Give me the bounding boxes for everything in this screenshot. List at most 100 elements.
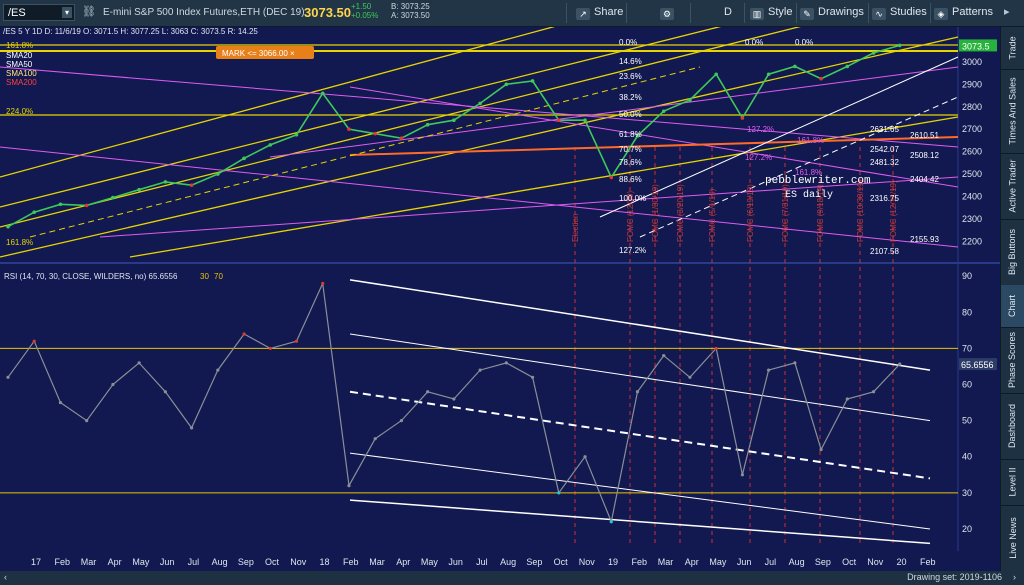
fib-level-label: 0.0%	[795, 38, 813, 47]
fib-level-label: 78.6%	[619, 158, 642, 167]
patterns-button[interactable]: ◈ Patterns	[934, 6, 993, 20]
channel-line	[269, 66, 959, 158]
tab-big-buttons[interactable]: Big Buttons	[1001, 219, 1024, 286]
chart-area[interactable]: Election FOMC (12/19) FOMC (1/30/19) FOMC (…	[0, 0, 1001, 571]
x-tick-label: Nov	[867, 557, 884, 567]
rsi-point	[583, 455, 587, 459]
x-tick-label: Mar	[658, 557, 674, 567]
divider	[796, 3, 797, 23]
divider	[626, 3, 627, 23]
fib-level-label: 61.8%	[619, 130, 642, 139]
tab-chart[interactable]: Chart	[1001, 285, 1024, 328]
price-point	[452, 118, 456, 123]
rsi-point	[819, 447, 823, 452]
status-bar: ‹ Drawing set: 2019-1106 ›	[0, 571, 1024, 585]
fomc-label: FOMC (12/11/19)	[889, 180, 898, 242]
symbol-input[interactable]: /ES ▾	[3, 4, 75, 21]
tab-times-and-sales[interactable]: Times And Sales	[1001, 69, 1024, 154]
tab-active-trader[interactable]: Active Trader	[1001, 153, 1024, 220]
rsi-point	[373, 437, 377, 441]
price-level-label: 2155.93	[910, 235, 939, 244]
studies-button[interactable]: ∿ Studies	[872, 6, 927, 20]
x-tick-label: Sep	[238, 557, 254, 567]
drawing-set-label: Drawing set: 2019-1106	[907, 572, 1002, 582]
divider	[868, 3, 869, 23]
sma-label: SMA100	[6, 69, 37, 78]
fomc-label: FOMC (3/20/19)	[676, 184, 685, 242]
tab-level-ii[interactable]: Level II	[1001, 459, 1024, 506]
price-level-label: 2542.07	[870, 145, 899, 154]
price-point	[216, 172, 220, 176]
collapse-icon[interactable]: ▸	[1004, 5, 1010, 18]
chevron-down-icon[interactable]: ▾	[62, 7, 72, 18]
fib-level-label: 100.0%	[619, 194, 646, 203]
x-tick-label: May	[421, 557, 439, 567]
patterns-label: Patterns	[952, 6, 993, 18]
price-point	[373, 131, 378, 136]
rsi-value-badge-label: 65.6556	[961, 360, 994, 370]
change-block: +1.50 +0.05%	[351, 2, 378, 20]
rsi-point	[137, 361, 141, 365]
chart-canvas: Election FOMC (12/19) FOMC (1/30/19) FOMC (…	[0, 0, 1001, 571]
price-point	[137, 187, 141, 192]
x-tick-label: May	[132, 557, 150, 567]
rsi-point	[688, 375, 692, 379]
studies-label: Studies	[890, 6, 927, 18]
rsi-point	[767, 368, 771, 372]
price-level-label: 2610.51	[910, 131, 939, 140]
scroll-left-icon[interactable]: ‹	[4, 572, 7, 582]
interval-button[interactable]: D	[724, 6, 732, 18]
style-button[interactable]: ▥ Style	[750, 6, 792, 20]
fib-level-label: 127.2%	[747, 125, 774, 134]
price-point	[504, 82, 509, 87]
rsi-point	[163, 390, 167, 394]
price-level-label: 2107.58	[870, 247, 899, 256]
channel-line	[639, 96, 959, 238]
link-icon[interactable]: ⛓	[82, 5, 96, 18]
price-tick-label: 2300	[962, 214, 982, 224]
price-point	[714, 72, 718, 77]
price-line	[7, 44, 901, 228]
x-tick-label: Mar	[81, 557, 97, 567]
interval-label: D	[724, 6, 732, 18]
tab-live-news[interactable]: Live News	[1001, 505, 1024, 572]
rsi-point	[399, 419, 404, 423]
tab-level-ii-label: Level II	[1007, 467, 1018, 497]
rsi-point	[478, 368, 482, 372]
tab-trade[interactable]: Trade	[1001, 27, 1024, 70]
patterns-icon: ◈	[934, 8, 948, 20]
fib-line	[0, 36, 959, 258]
price-level-label: 2316.75	[870, 194, 899, 203]
rsi-point	[609, 520, 613, 524]
share-icon: ↗	[576, 8, 590, 20]
gear-button[interactable]: ⚙	[660, 6, 678, 20]
share-button[interactable]: ↗ Share	[576, 6, 623, 20]
tab-dashboard[interactable]: Dashboard	[1001, 393, 1024, 460]
x-tick-label: Sep	[815, 557, 831, 567]
price-point	[766, 72, 771, 77]
ask-value: A: 3073.50	[391, 11, 430, 20]
tab-phase-scores[interactable]: Phase Scores	[1001, 327, 1024, 394]
price-point	[871, 51, 876, 55]
price-point	[32, 210, 37, 214]
studies-icon: ∿	[872, 8, 886, 20]
x-tick-label: 20	[897, 557, 907, 567]
scroll-right-icon[interactable]: ›	[1013, 572, 1016, 582]
tab-trade-label: Trade	[1007, 36, 1018, 60]
rsi-tick-label: 30	[962, 488, 972, 498]
bid-ask: B: 3073.25 A: 3073.50	[391, 2, 430, 20]
price-tick-label: 2600	[962, 147, 982, 157]
fib-left-label: 224.0%	[6, 107, 33, 116]
fib-left-label: 161.8%	[6, 41, 33, 50]
price-tick-label: 2200	[962, 236, 982, 246]
x-tick-label: 18	[320, 557, 330, 567]
tab-live-news-label: Live News	[1007, 517, 1018, 559]
divider	[566, 3, 567, 23]
drawings-button[interactable]: ✎ Drawings	[800, 6, 864, 20]
price-point	[661, 109, 666, 114]
price-tick-label: 2400	[962, 191, 982, 201]
rsi-point	[845, 397, 849, 401]
price-level-label: 2481.32	[870, 158, 899, 167]
price-point	[242, 156, 246, 161]
x-tick-label: Nov	[579, 557, 596, 567]
